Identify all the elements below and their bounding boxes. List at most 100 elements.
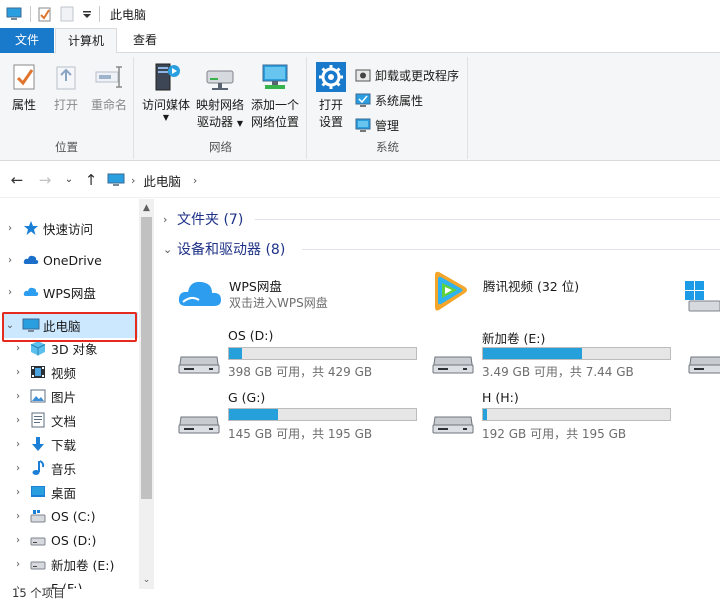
recent-locations-chevron-icon[interactable]: ⌄ — [60, 170, 78, 190]
windows-drive-icon — [30, 508, 46, 524]
quick-access-toolbar: 此电脑 — [0, 0, 146, 28]
expand-chevron-icon[interactable]: › — [12, 511, 24, 522]
computer-icon — [6, 6, 22, 22]
open-settings-button[interactable]: 打开 设置 — [312, 61, 350, 131]
tab-computer[interactable]: 计算机 — [55, 28, 117, 54]
expand-chevron-icon[interactable]: › — [4, 223, 16, 234]
expand-chevron-icon[interactable]: › — [12, 535, 24, 546]
drive-usage-fill — [229, 409, 278, 420]
uninstall-label: 卸载或更改程序 — [375, 68, 460, 83]
collapse-chevron-icon[interactable]: ⌄ — [163, 243, 177, 256]
system-properties-button[interactable]: 系统属性 — [355, 90, 423, 110]
expand-chevron-icon[interactable]: › — [12, 367, 24, 378]
drive-name: H (H:) — [482, 390, 519, 405]
tree-item-wps[interactable]: › WPS网盘 — [0, 280, 138, 304]
wps-drive-name: WPS网盘 — [229, 279, 282, 294]
expand-chevron-icon[interactable]: › — [12, 439, 24, 450]
tree-item-desktop[interactable]: › 桌面 — [0, 480, 138, 504]
tree-item-drive-e[interactable]: › 新加卷 (E:) — [0, 552, 138, 576]
windows-logo-icon — [685, 279, 720, 313]
manage-button[interactable]: 管理 — [355, 115, 399, 135]
tree-item-pictures[interactable]: › 图片 — [0, 384, 138, 408]
tree-item-quick-access[interactable]: › 快速访问 — [0, 216, 138, 240]
tree-item-music[interactable]: › 音乐 — [0, 456, 138, 480]
drive-name: 新加卷 (E:) — [482, 331, 546, 346]
address-bar[interactable]: › 此电脑 › — [100, 167, 720, 193]
access-media-button[interactable]: 访问媒体 ▼ — [140, 61, 192, 122]
open-label: 打开 — [53, 98, 78, 112]
scrollbar-thumb[interactable] — [141, 217, 152, 499]
uninstall-program-button[interactable]: 卸载或更改程序 — [355, 65, 459, 85]
toolbar-divider — [30, 6, 31, 22]
expand-chevron-icon[interactable]: › — [12, 487, 24, 498]
tree-item-documents[interactable]: › 文档 — [0, 408, 138, 432]
tree-item-videos[interactable]: › 视频 — [0, 360, 138, 384]
drive-free-space: 192 GB 可用，共 195 GB — [482, 427, 627, 441]
open-button[interactable]: 打开 — [48, 61, 84, 114]
map-drive-label-1: 映射网络 — [195, 98, 244, 112]
scroll-up-arrow-icon[interactable]: ▲ — [139, 201, 154, 215]
properties-button[interactable]: 属性 — [4, 61, 44, 114]
rename-icon — [93, 61, 125, 93]
new-folder-icon[interactable] — [59, 6, 75, 22]
tree-label: 视频 — [51, 365, 77, 381]
folders-section-header[interactable]: › 文件夹 (7) — [163, 208, 243, 230]
map-drive-dropdown-icon: ▼ — [236, 119, 243, 128]
breadcrumb-separator-icon[interactable]: › — [131, 174, 135, 187]
annotation-highlight-box — [2, 312, 137, 342]
tree-label: OneDrive — [43, 252, 102, 268]
back-arrow-icon[interactable]: ← — [8, 170, 26, 190]
expand-chevron-icon[interactable]: › — [4, 255, 16, 266]
forward-arrow-icon[interactable]: → — [36, 170, 54, 190]
ribbon: 属性 打开 重命名 位置 访问媒体 ▼ 映射网络 驱动器 ▼ 添加一个 网络位置… — [0, 53, 720, 161]
devices-section-header[interactable]: ⌄ 设备和驱动器 (8) — [163, 238, 285, 260]
expand-chevron-icon[interactable]: › — [4, 287, 16, 298]
tab-file[interactable]: 文件 — [0, 28, 54, 53]
map-drive-label-2: 驱动器 — [197, 115, 234, 129]
rename-button[interactable]: 重命名 — [88, 61, 130, 114]
add-location-label-2: 网络位置 — [250, 115, 299, 129]
expand-chevron-icon[interactable]: › — [12, 415, 24, 426]
tree-item-onedrive[interactable]: › OneDrive — [0, 248, 138, 272]
customize-toolbar-dropdown-icon[interactable] — [79, 6, 95, 22]
drive-name: OS (D:) — [228, 328, 274, 343]
properties-check-icon[interactable] — [37, 6, 53, 22]
network-group-label: 网络 — [209, 140, 232, 154]
add-location-label-1: 添加一个 — [250, 98, 299, 112]
expand-chevron-icon[interactable]: › — [12, 463, 24, 474]
expand-chevron-icon[interactable]: › — [12, 343, 24, 354]
uninstall-icon — [355, 67, 371, 83]
hard-drive-icon — [177, 347, 221, 377]
breadcrumb-chevron-icon[interactable]: › — [193, 174, 197, 187]
tree-label: 新加卷 (E:) — [51, 557, 115, 573]
scroll-down-arrow-icon[interactable]: ⌄ — [139, 573, 154, 587]
tree-label: 桌面 — [51, 485, 77, 501]
tree-label: 快速访问 — [43, 221, 94, 237]
hard-drive-icon — [687, 347, 720, 377]
breadcrumb-this-pc[interactable]: 此电脑 — [143, 171, 181, 190]
tree-label: OS (C:) — [51, 508, 96, 524]
tree-item-drive-d[interactable]: › OS (D:) — [0, 528, 138, 552]
cube-3d-icon — [30, 340, 46, 356]
hard-drive-icon — [431, 347, 475, 377]
add-network-location-button[interactable]: 添加一个 网络位置 — [247, 61, 303, 131]
expand-chevron-icon[interactable]: › — [12, 391, 24, 402]
map-network-drive-button[interactable]: 映射网络 驱动器 ▼ — [193, 61, 247, 132]
tree-label: 图片 — [51, 389, 77, 405]
ribbon-tabs: 文件 计算机 查看 — [0, 28, 720, 54]
tree-item-downloads[interactable]: › 下载 — [0, 432, 138, 456]
navigation-bar: ← → ⌄ ↑ › 此电脑 › — [0, 162, 720, 198]
up-arrow-icon[interactable]: ↑ — [82, 170, 100, 190]
document-icon — [30, 412, 46, 428]
folders-header-label: 文件夹 (7) — [177, 212, 244, 228]
location-group-label: 位置 — [55, 140, 78, 154]
navigation-pane-scrollbar[interactable]: ▲ ⌄ — [139, 199, 154, 589]
expand-chevron-icon[interactable]: › — [12, 559, 24, 570]
network-location-icon — [259, 61, 291, 93]
properties-icon — [8, 61, 40, 93]
expand-chevron-icon[interactable]: › — [163, 213, 177, 226]
manage-label: 管理 — [375, 118, 400, 133]
drive-free-space: 3.49 GB 可用，共 7.44 GB — [482, 365, 634, 379]
tree-item-drive-c[interactable]: › OS (C:) — [0, 504, 138, 528]
tab-view[interactable]: 查看 — [120, 28, 170, 53]
